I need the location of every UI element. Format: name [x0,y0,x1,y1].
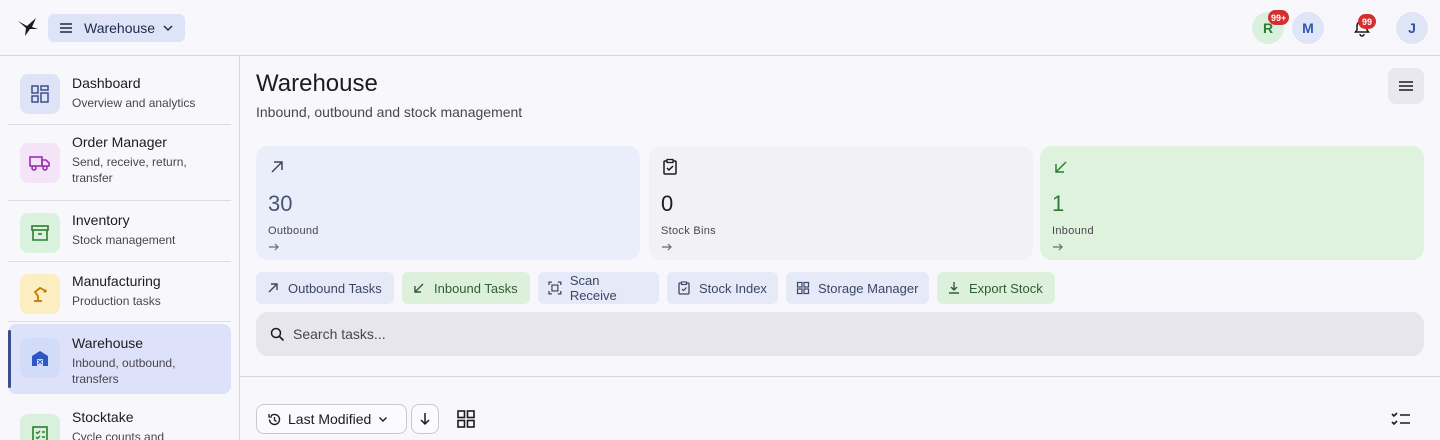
stat-card-outbound[interactable]: 30 Outbound [256,146,640,260]
workspace-label: Warehouse [84,20,156,36]
stat-card-stock-bins[interactable]: 0 Stock Bins [649,146,1033,260]
divider [240,376,1440,377]
stat-label: Stock Bins [661,225,716,237]
sort-field-select[interactable]: Last Modified [256,404,407,434]
page-menu-button[interactable] [1388,68,1424,104]
truck-icon [20,143,60,183]
page-subtitle: Inbound, outbound and stock management [256,104,523,120]
notifications-badge: 99 [1358,14,1376,29]
main-content: Warehouse Inbound, outbound and stock ma… [240,56,1440,440]
hamburger-icon [1399,81,1413,91]
avatar-count-badge: 99+ [1268,10,1290,25]
checklist-icon [20,414,60,440]
scan-receive-button[interactable]: Scan Receive [538,272,659,304]
grid-icon [796,281,810,295]
sidebar-item-stocktake[interactable]: Stocktake Cycle counts and [8,396,231,440]
select-mode-button[interactable] [1388,407,1414,431]
sidebar-item-title: Dashboard [72,75,141,91]
stock-index-button[interactable]: Stock Index [667,272,778,304]
download-icon [949,282,959,294]
clipboard-icon [678,281,690,295]
warehouse-icon [20,338,60,378]
menu-icon [60,23,72,33]
sidebar-item-subtitle: Stock management [72,233,176,247]
sidebar-item-title: Inventory [72,212,130,228]
stat-label: Inbound [1052,225,1094,237]
sidebar-item-dashboard[interactable]: Dashboard Overview and analytics [8,64,231,125]
sidebar-item-title: Stocktake [72,409,134,425]
arrow-right-icon [269,243,279,251]
workspace-switcher-button[interactable]: Warehouse [48,14,185,42]
sidebar-item-warehouse[interactable]: Warehouse Inbound, outbound, transfers [8,324,231,394]
clipboard-check-icon [663,158,677,175]
search-bar[interactable] [256,312,1424,356]
chevron-down-icon [163,25,173,32]
sidebar-item-manufacturing[interactable]: Manufacturing Production tasks [8,262,231,322]
search-input[interactable] [293,326,1393,342]
active-indicator [8,330,11,388]
scan-icon [548,281,562,295]
sidebar-item-subtitle: Inbound, outbound, transfers [72,356,176,386]
checklist-icon [1391,412,1410,426]
inbound-tasks-button[interactable]: Inbound Tasks [402,272,530,304]
user-avatar-m[interactable]: M [1292,12,1324,44]
arrow-up-right-icon [271,161,283,173]
sidebar: Dashboard Overview and analytics Order M… [0,56,240,440]
robot-arm-icon [20,274,60,314]
sort-field-label: Last Modified [288,411,372,427]
arrow-down-icon [420,413,430,426]
outbound-tasks-button[interactable]: Outbound Tasks [256,272,394,304]
grid-view-button[interactable] [454,407,478,431]
sidebar-item-title: Manufacturing [72,273,161,289]
dashboard-icon [20,74,60,114]
sort-direction-button[interactable] [411,404,439,434]
arrow-down-left-icon [414,283,424,293]
stat-value: 0 [661,191,674,216]
arrow-right-icon [1053,243,1063,251]
history-icon [268,413,281,425]
chevron-down-icon [379,417,388,422]
sidebar-item-inventory[interactable]: Inventory Stock management [8,201,231,262]
arrow-up-right-icon [268,283,278,293]
search-icon [270,327,285,341]
sidebar-item-order-manager[interactable]: Order Manager Send, receive, return, tra… [8,125,231,201]
sidebar-item-subtitle: Overview and analytics [72,96,196,110]
grid-view-icon [457,410,475,428]
stat-value: 1 [1052,191,1065,216]
arrow-down-left-icon [1055,161,1067,173]
current-user-avatar[interactable]: J [1396,12,1428,44]
sidebar-item-subtitle: Cycle counts and [72,430,165,440]
stat-label: Outbound [268,225,319,237]
sidebar-item-title: Order Manager [72,134,167,150]
archive-icon [20,213,60,253]
stat-card-inbound[interactable]: 1 Inbound [1040,146,1424,260]
top-bar: Warehouse R 99+ M 99 J [0,0,1440,56]
bird-logo-icon[interactable] [16,15,40,39]
stat-value: 30 [268,191,293,216]
sidebar-item-subtitle: Send, receive, return, transfer [72,155,187,185]
arrow-right-icon [662,243,672,251]
storage-manager-button[interactable]: Storage Manager [786,272,929,304]
page-title: Warehouse [256,70,378,97]
export-stock-button[interactable]: Export Stock [937,272,1055,304]
sidebar-item-title: Warehouse [72,335,144,351]
sidebar-item-subtitle: Production tasks [72,294,161,308]
